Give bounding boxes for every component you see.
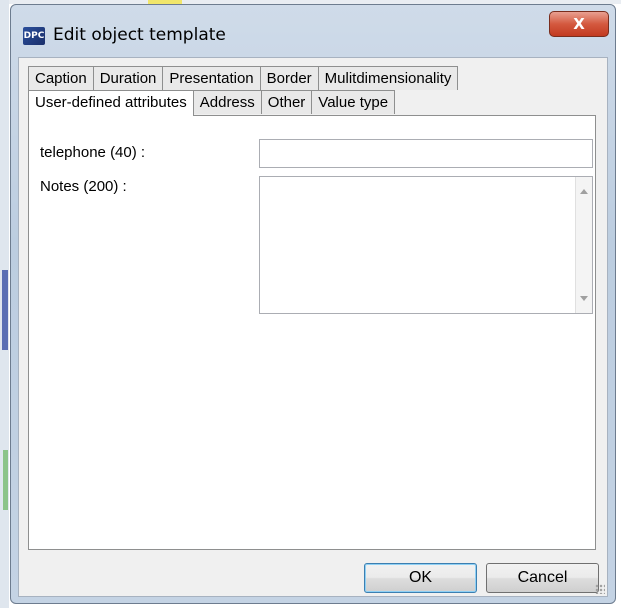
scroll-up-arrow-icon[interactable] — [580, 189, 588, 194]
close-button[interactable]: X — [549, 11, 609, 37]
scroll-down-arrow-icon[interactable] — [580, 296, 588, 301]
tab-other[interactable]: Other — [260, 90, 313, 114]
tab-value-type[interactable]: Value type — [311, 90, 396, 114]
resize-grip-icon[interactable] — [595, 584, 605, 594]
tab-border[interactable]: Border — [259, 66, 319, 90]
tab-row-bottom: User-defined attributes Address Other Va… — [28, 90, 396, 116]
tab-user-defined-attributes[interactable]: User-defined attributes — [28, 90, 194, 116]
ok-button[interactable]: OK — [364, 563, 477, 593]
telephone-label: telephone (40) : — [40, 144, 146, 161]
tab-caption[interactable]: Caption — [28, 66, 94, 90]
background-accent-green — [3, 450, 8, 510]
dialog-client-area: Caption Duration Presentation Border Mul… — [18, 57, 608, 597]
edit-object-template-dialog: DPC Edit object template X Caption Durat… — [10, 4, 616, 604]
tab-duration[interactable]: Duration — [92, 66, 164, 90]
tab-multidimensionality[interactable]: Mulitdimensionality — [317, 66, 459, 90]
notes-label: Notes (200) : — [40, 178, 127, 195]
user-defined-attributes-panel: telephone (40) : Notes (200) : — [28, 115, 596, 550]
tab-address[interactable]: Address — [192, 90, 262, 114]
window-title: Edit object template — [53, 25, 226, 45]
tab-row-top: Caption Duration Presentation Border Mul… — [28, 66, 459, 90]
telephone-input[interactable] — [259, 139, 593, 168]
background-accent-blue — [2, 270, 8, 350]
title-bar[interactable]: DPC Edit object template X — [11, 5, 615, 57]
app-icon: DPC — [23, 27, 45, 45]
notes-textarea[interactable] — [259, 176, 593, 314]
close-x-icon: X — [573, 15, 585, 33]
notes-scrollbar[interactable] — [575, 177, 592, 313]
cancel-button[interactable]: Cancel — [486, 563, 599, 593]
tab-presentation[interactable]: Presentation — [162, 66, 261, 90]
